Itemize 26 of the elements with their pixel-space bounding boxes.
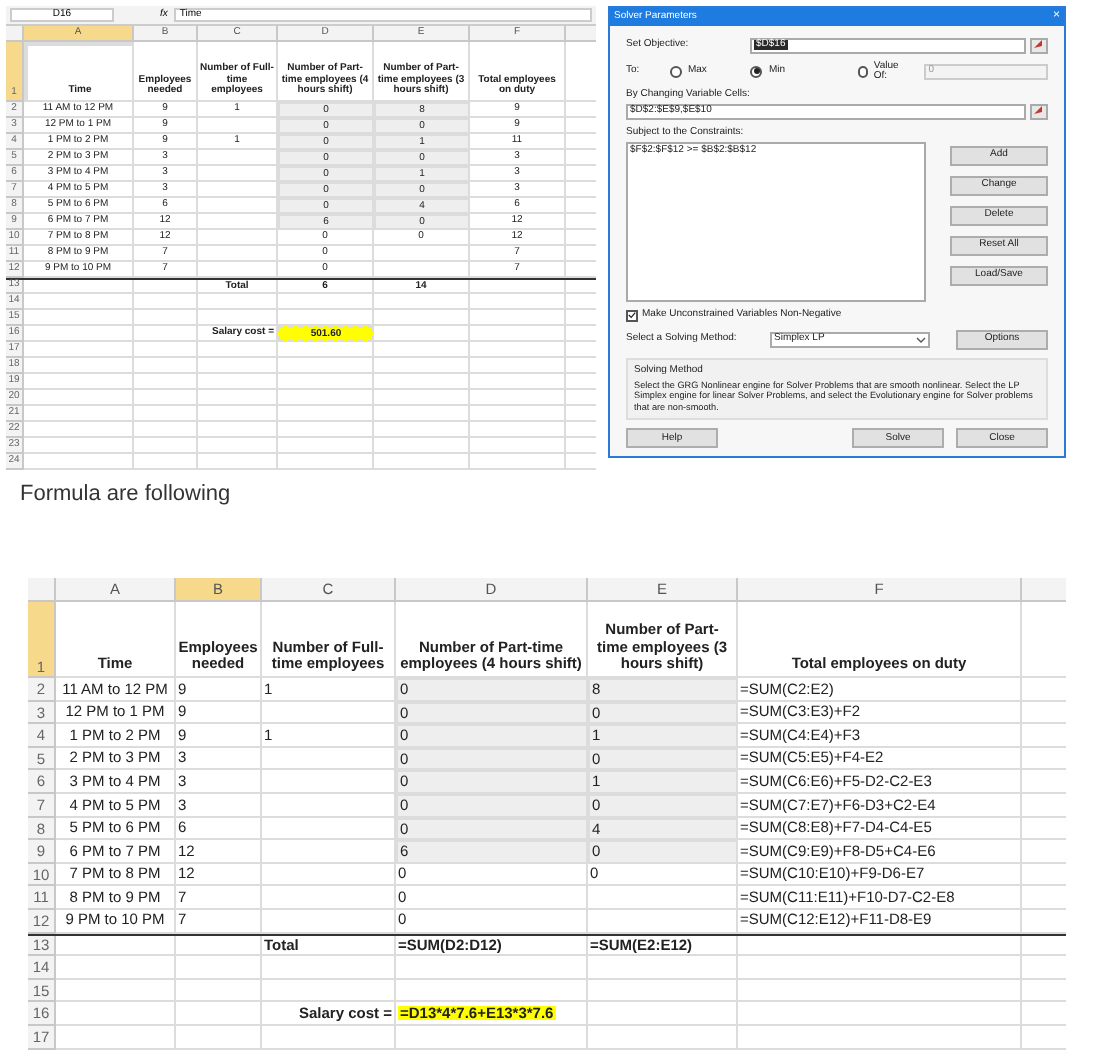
table-cell [262,909,396,934]
arrow-icon [1033,40,1045,50]
table-cell [176,935,262,957]
radio-button[interactable] [750,65,763,77]
table-cell [262,1025,396,1049]
table-cell [262,956,396,980]
range-select-button[interactable] [1030,103,1048,119]
radio-button[interactable] [857,65,868,77]
table-cell [176,979,262,1003]
radio-button[interactable] [669,65,682,77]
table-cell [262,979,396,1003]
range-select-button[interactable] [1030,37,1048,53]
table-cell [56,1025,176,1049]
table-cell [262,886,396,910]
arrow-icon [1033,106,1045,116]
table-cell [56,979,176,1003]
caption: Formula are following [20,480,233,510]
table-cell [176,1025,262,1049]
table-cell [176,956,262,980]
chevron-down-icon [914,333,928,345]
table-cell [262,863,396,887]
table-cell [176,1002,262,1026]
checkbox[interactable] [626,309,638,321]
table-cell [56,956,176,980]
table-cell [56,935,176,957]
table-cell [56,1002,176,1026]
